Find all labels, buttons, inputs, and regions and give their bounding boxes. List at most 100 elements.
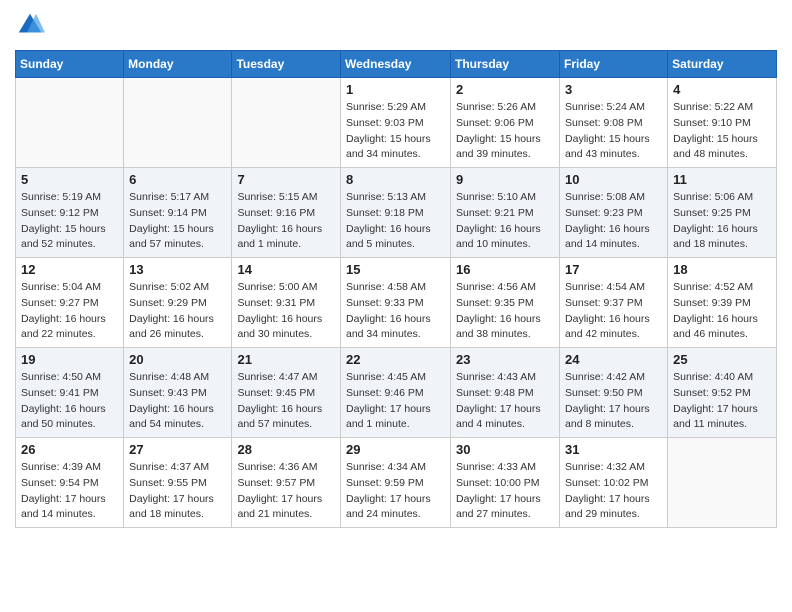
weekday-header-friday: Friday: [560, 51, 668, 78]
calendar-cell: 6Sunrise: 5:17 AMSunset: 9:14 PMDaylight…: [124, 168, 232, 258]
calendar-cell: 22 Sunrise: 4:45 AMSunset: 9:46 PMDayligh…: [341, 348, 451, 438]
day-number: 15: [346, 262, 445, 277]
calendar-cell: 23 Sunrise: 4:43 AMSunset: 9:48 PMDayligh…: [451, 348, 560, 438]
day-info: Sunrise: 4:36 AMSunset: 9:57 PMDaylight:…: [237, 460, 335, 523]
day-info: Sunrise: 5:22 AMSunset: 9:10 PMDaylight:…: [673, 100, 771, 163]
day-info: Sunrise: 5:02 AMSunset: 9:29 PMDaylight:…: [129, 280, 226, 343]
calendar-cell: 7Sunrise: 5:15 AMSunset: 9:16 PMDaylight…: [232, 168, 341, 258]
weekday-header-wednesday: Wednesday: [341, 51, 451, 78]
day-number: 22: [346, 352, 445, 367]
weekday-header-sunday: Sunday: [16, 51, 124, 78]
calendar-cell: [232, 78, 341, 168]
day-number: 13: [129, 262, 226, 277]
day-number: 10: [565, 172, 662, 187]
logo: [15, 10, 49, 40]
calendar-cell: 13 Sunrise: 5:02 AMSunset: 9:29 PMDayligh…: [124, 258, 232, 348]
calendar-cell: [668, 438, 777, 528]
weekday-header-saturday: Saturday: [668, 51, 777, 78]
day-number: 11: [673, 172, 771, 187]
calendar-cell: 30Sunrise: 4:33 AMSunset: 10:00 PMDaylig…: [451, 438, 560, 528]
calendar-cell: 11Sunrise: 5:06 AMSunset: 9:25 PMDayligh…: [668, 168, 777, 258]
calendar-cell: 2 Sunrise: 5:26 AMSunset: 9:06 PMDaylight…: [451, 78, 560, 168]
page: SundayMondayTuesdayWednesdayThursdayFrid…: [0, 0, 792, 543]
day-number: 28: [237, 442, 335, 457]
calendar-cell: [124, 78, 232, 168]
day-number: 29: [346, 442, 445, 457]
day-number: 26: [21, 442, 118, 457]
calendar-cell: [16, 78, 124, 168]
day-number: 5: [21, 172, 118, 187]
calendar-cell: 24 Sunrise: 4:42 AMSunset: 9:50 PMDayligh…: [560, 348, 668, 438]
day-info: Sunrise: 4:37 AMSunset: 9:55 PMDaylight:…: [129, 460, 226, 523]
day-info: Sunrise: 4:58 AMSunset: 9:33 PMDaylight:…: [346, 280, 445, 343]
calendar-cell: 19Sunrise: 4:50 AMSunset: 9:41 PMDayligh…: [16, 348, 124, 438]
calendar-cell: 27 Sunrise: 4:37 AMSunset: 9:55 PMDayligh…: [124, 438, 232, 528]
calendar-cell: 12 Sunrise: 5:04 AMSunset: 9:27 PMDayligh…: [16, 258, 124, 348]
day-info: Sunrise: 5:29 AMSunset: 9:03 PMDaylight:…: [346, 100, 445, 163]
day-number: 17: [565, 262, 662, 277]
day-info: Sunrise: 4:40 AMSunset: 9:52 PMDaylight:…: [673, 370, 771, 433]
day-number: 27: [129, 442, 226, 457]
calendar-cell: 20Sunrise: 4:48 AMSunset: 9:43 PMDayligh…: [124, 348, 232, 438]
day-info: Sunrise: 4:50 AMSunset: 9:41 PMDaylight:…: [21, 370, 118, 433]
day-number: 25: [673, 352, 771, 367]
calendar-cell: 26 Sunrise: 4:39 AMSunset: 9:54 PMDayligh…: [16, 438, 124, 528]
calendar-week-5: 26 Sunrise: 4:39 AMSunset: 9:54 PMDayligh…: [16, 438, 777, 528]
day-info: Sunrise: 4:43 AMSunset: 9:48 PMDaylight:…: [456, 370, 554, 433]
day-number: 21: [237, 352, 335, 367]
calendar-cell: 21 Sunrise: 4:47 AMSunset: 9:45 PMDayligh…: [232, 348, 341, 438]
day-info: Sunrise: 5:10 AMSunset: 9:21 PMDaylight:…: [456, 190, 554, 253]
day-info: Sunrise: 5:26 AMSunset: 9:06 PMDaylight:…: [456, 100, 554, 163]
day-info: Sunrise: 5:04 AMSunset: 9:27 PMDaylight:…: [21, 280, 118, 343]
calendar-cell: 16 Sunrise: 4:56 AMSunset: 9:35 PMDayligh…: [451, 258, 560, 348]
day-number: 14: [237, 262, 335, 277]
header: [15, 10, 777, 40]
day-number: 7: [237, 172, 335, 187]
day-number: 2: [456, 82, 554, 97]
day-info: Sunrise: 4:47 AMSunset: 9:45 PMDaylight:…: [237, 370, 335, 433]
day-number: 1: [346, 82, 445, 97]
day-number: 12: [21, 262, 118, 277]
day-info: Sunrise: 5:08 AMSunset: 9:23 PMDaylight:…: [565, 190, 662, 253]
calendar-cell: 9 Sunrise: 5:10 AMSunset: 9:21 PMDaylight…: [451, 168, 560, 258]
day-number: 16: [456, 262, 554, 277]
weekday-header-monday: Monday: [124, 51, 232, 78]
calendar-week-1: 1 Sunrise: 5:29 AMSunset: 9:03 PMDaylight…: [16, 78, 777, 168]
day-info: Sunrise: 5:24 AMSunset: 9:08 PMDaylight:…: [565, 100, 662, 163]
day-number: 9: [456, 172, 554, 187]
calendar-cell: 25 Sunrise: 4:40 AMSunset: 9:52 PMDayligh…: [668, 348, 777, 438]
calendar-week-2: 5 Sunrise: 5:19 AMSunset: 9:12 PMDaylight…: [16, 168, 777, 258]
calendar-cell: 10 Sunrise: 5:08 AMSunset: 9:23 PMDayligh…: [560, 168, 668, 258]
calendar-cell: 18Sunrise: 4:52 AMSunset: 9:39 PMDayligh…: [668, 258, 777, 348]
day-info: Sunrise: 5:19 AMSunset: 9:12 PMDaylight:…: [21, 190, 118, 253]
calendar-cell: 29 Sunrise: 4:34 AMSunset: 9:59 PMDayligh…: [341, 438, 451, 528]
day-info: Sunrise: 4:34 AMSunset: 9:59 PMDaylight:…: [346, 460, 445, 523]
day-info: Sunrise: 4:39 AMSunset: 9:54 PMDaylight:…: [21, 460, 118, 523]
day-info: Sunrise: 4:56 AMSunset: 9:35 PMDaylight:…: [456, 280, 554, 343]
day-number: 8: [346, 172, 445, 187]
calendar-cell: 14 Sunrise: 5:00 AMSunset: 9:31 PMDayligh…: [232, 258, 341, 348]
day-info: Sunrise: 4:42 AMSunset: 9:50 PMDaylight:…: [565, 370, 662, 433]
calendar-cell: 15 Sunrise: 4:58 AMSunset: 9:33 PMDayligh…: [341, 258, 451, 348]
day-info: Sunrise: 5:00 AMSunset: 9:31 PMDaylight:…: [237, 280, 335, 343]
calendar-cell: 5 Sunrise: 5:19 AMSunset: 9:12 PMDaylight…: [16, 168, 124, 258]
weekday-header-row: SundayMondayTuesdayWednesdayThursdayFrid…: [16, 51, 777, 78]
day-info: Sunrise: 5:17 AMSunset: 9:14 PMDaylight:…: [129, 190, 226, 253]
calendar-week-4: 19Sunrise: 4:50 AMSunset: 9:41 PMDayligh…: [16, 348, 777, 438]
calendar-cell: 1 Sunrise: 5:29 AMSunset: 9:03 PMDaylight…: [341, 78, 451, 168]
day-number: 30: [456, 442, 554, 457]
calendar-week-3: 12 Sunrise: 5:04 AMSunset: 9:27 PMDayligh…: [16, 258, 777, 348]
day-number: 31: [565, 442, 662, 457]
day-info: Sunrise: 4:32 AMSunset: 10:02 PMDaylight…: [565, 460, 662, 523]
calendar-table: SundayMondayTuesdayWednesdayThursdayFrid…: [15, 50, 777, 528]
calendar-cell: 28 Sunrise: 4:36 AMSunset: 9:57 PMDayligh…: [232, 438, 341, 528]
weekday-header-tuesday: Tuesday: [232, 51, 341, 78]
weekday-header-thursday: Thursday: [451, 51, 560, 78]
day-number: 4: [673, 82, 771, 97]
logo-icon: [15, 10, 45, 40]
day-info: Sunrise: 4:45 AMSunset: 9:46 PMDaylight:…: [346, 370, 445, 433]
day-number: 24: [565, 352, 662, 367]
calendar-cell: 17 Sunrise: 4:54 AMSunset: 9:37 PMDayligh…: [560, 258, 668, 348]
day-number: 23: [456, 352, 554, 367]
day-info: Sunrise: 4:54 AMSunset: 9:37 PMDaylight:…: [565, 280, 662, 343]
